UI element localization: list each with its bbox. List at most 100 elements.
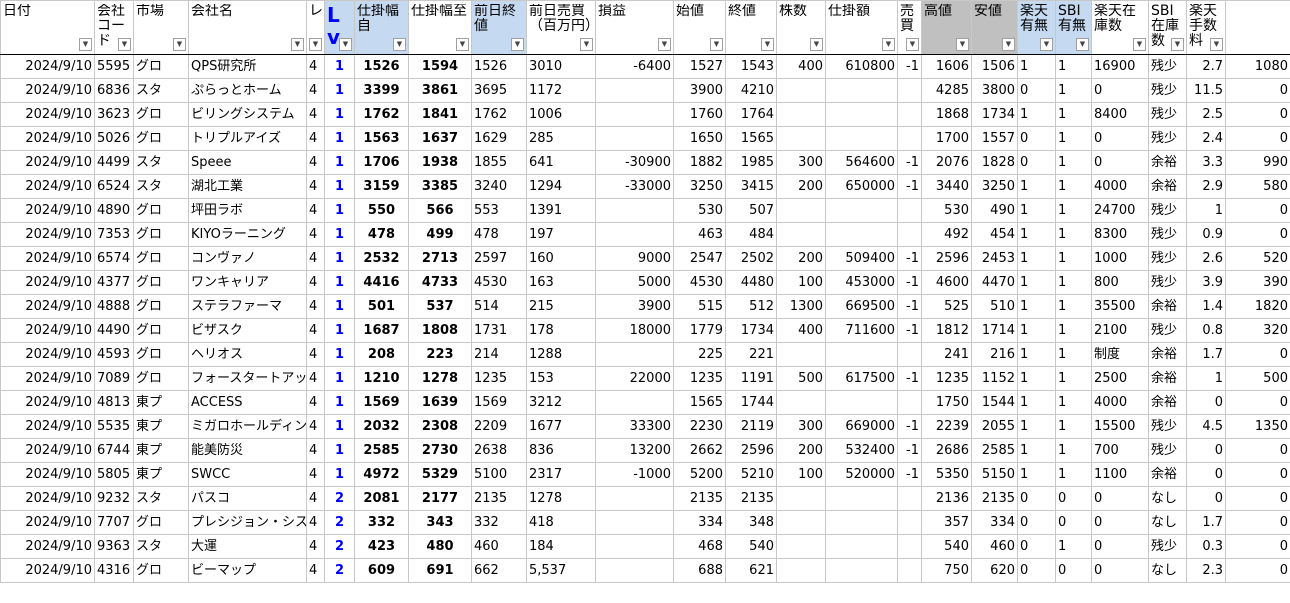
cell-fee[interactable]: 1350 <box>1225 414 1290 439</box>
cell-amount[interactable]: 650000 <box>825 174 898 199</box>
cell-open[interactable]: 4530 <box>673 270 726 295</box>
cell-date[interactable]: 2024/9/10 <box>0 366 95 391</box>
cell-open[interactable]: 1527 <box>673 54 726 79</box>
cell-from[interactable]: 4416 <box>354 270 409 295</box>
cell-low[interactable]: 1828 <box>971 150 1018 175</box>
cell-fee-rate[interactable]: 1.4 <box>1186 294 1226 319</box>
cell-lv[interactable]: 1 <box>324 294 355 319</box>
cell-to[interactable]: 537 <box>408 294 472 319</box>
cell-fee-rate[interactable]: 1 <box>1186 198 1226 223</box>
cell-amount[interactable]: 669500 <box>825 294 898 319</box>
cell-prev-close[interactable]: 1235 <box>471 366 527 391</box>
cell-sbi-stock[interactable]: なし <box>1148 486 1187 511</box>
cell-prev-volume[interactable]: 215 <box>526 294 596 319</box>
cell-from[interactable]: 423 <box>354 534 409 559</box>
cell-low[interactable]: 1506 <box>971 54 1018 79</box>
cell-sbi-stock[interactable]: 残少 <box>1148 438 1187 463</box>
cell-sbi-stock[interactable]: 残少 <box>1148 270 1187 295</box>
cell-fee[interactable]: 0 <box>1225 510 1290 535</box>
cell-high[interactable]: 3440 <box>921 174 972 199</box>
cell-to[interactable]: 691 <box>408 558 472 583</box>
cell-low[interactable]: 334 <box>971 510 1018 535</box>
cell-open[interactable]: 1779 <box>673 318 726 343</box>
cell-prev-close[interactable]: 460 <box>471 534 527 559</box>
cell-pnl[interactable] <box>595 342 674 367</box>
cell-fee-rate[interactable]: 0.3 <box>1186 534 1226 559</box>
cell-market[interactable]: グロ <box>133 342 189 367</box>
cell-to[interactable]: 4733 <box>408 270 472 295</box>
cell-prev-volume[interactable]: 2317 <box>526 462 596 487</box>
cell-sbi-ok[interactable]: 1 <box>1055 366 1092 391</box>
cell-shares[interactable] <box>776 342 826 367</box>
cell-fee-rate[interactable]: 3.9 <box>1186 270 1226 295</box>
cell-market[interactable]: グロ <box>133 294 189 319</box>
cell-lv[interactable]: 1 <box>324 246 355 271</box>
cell-close[interactable]: 1543 <box>725 54 777 79</box>
cell-sbi-stock[interactable]: 残少 <box>1148 222 1187 247</box>
cell-prev-volume[interactable]: 184 <box>526 534 596 559</box>
cell-fee-rate[interactable]: 1 <box>1186 366 1226 391</box>
cell-low[interactable]: 4470 <box>971 270 1018 295</box>
cell-sbi-stock[interactable]: 余裕 <box>1148 174 1187 199</box>
cell-lev[interactable]: 4 <box>306 102 325 127</box>
filter-dropdown-icon[interactable]: ▼ <box>173 38 186 51</box>
cell-prev-volume[interactable]: 197 <box>526 222 596 247</box>
cell-high[interactable]: 1606 <box>921 54 972 79</box>
cell-lev[interactable]: 4 <box>306 54 325 79</box>
cell-lv[interactable]: 1 <box>324 102 355 127</box>
cell-high[interactable]: 357 <box>921 510 972 535</box>
cell-pnl[interactable]: 33300 <box>595 414 674 439</box>
filter-dropdown-icon[interactable]: ▼ <box>339 38 352 51</box>
cell-shares[interactable]: 500 <box>776 366 826 391</box>
cell-fee-rate[interactable]: 2.7 <box>1186 54 1226 79</box>
cell-date[interactable]: 2024/9/10 <box>0 246 95 271</box>
cell-lv[interactable]: 1 <box>324 78 355 103</box>
cell-fee[interactable]: 0 <box>1225 390 1290 415</box>
cell-date[interactable]: 2024/9/10 <box>0 150 95 175</box>
cell-from[interactable]: 4972 <box>354 462 409 487</box>
cell-amount[interactable]: 509400 <box>825 246 898 271</box>
cell-code[interactable]: 7707 <box>94 510 134 535</box>
cell-lv[interactable]: 2 <box>324 534 355 559</box>
cell-prev-volume[interactable]: 1677 <box>526 414 596 439</box>
cell-prev-volume[interactable]: 1391 <box>526 198 596 223</box>
filter-dropdown-icon[interactable]: ▼ <box>1171 38 1184 51</box>
cell-pnl[interactable]: 13200 <box>595 438 674 463</box>
cell-close[interactable]: 2596 <box>725 438 777 463</box>
cell-date[interactable]: 2024/9/10 <box>0 222 95 247</box>
filter-dropdown-icon[interactable]: ▼ <box>393 38 406 51</box>
cell-fee-rate[interactable]: 1.7 <box>1186 510 1226 535</box>
cell-side[interactable]: -1 <box>897 54 922 79</box>
filter-dropdown-icon[interactable]: ▼ <box>1133 38 1146 51</box>
cell-prev-close[interactable]: 2135 <box>471 486 527 511</box>
cell-from[interactable]: 1526 <box>354 54 409 79</box>
cell-sbi-stock[interactable]: 余裕 <box>1148 294 1187 319</box>
cell-date[interactable]: 2024/9/10 <box>0 390 95 415</box>
cell-amount[interactable] <box>825 222 898 247</box>
filter-dropdown-icon[interactable]: ▼ <box>309 38 322 51</box>
cell-pnl[interactable] <box>595 126 674 151</box>
cell-shares[interactable] <box>776 390 826 415</box>
cell-from[interactable]: 478 <box>354 222 409 247</box>
cell-fee-rate[interactable]: 0 <box>1186 486 1226 511</box>
cell-sbi-ok[interactable]: 1 <box>1055 222 1092 247</box>
cell-date[interactable]: 2024/9/10 <box>0 294 95 319</box>
cell-code[interactable]: 7353 <box>94 222 134 247</box>
cell-sbi-stock[interactable]: 残少 <box>1148 54 1187 79</box>
cell-to[interactable]: 5329 <box>408 462 472 487</box>
cell-rakuten-ok[interactable]: 1 <box>1017 294 1056 319</box>
cell-from[interactable]: 332 <box>354 510 409 535</box>
cell-rakuten-stock[interactable]: 35500 <box>1091 294 1149 319</box>
cell-sbi-stock[interactable]: 残少 <box>1148 414 1187 439</box>
cell-shares[interactable] <box>776 102 826 127</box>
cell-prev-volume[interactable]: 5,537 <box>526 558 596 583</box>
cell-sbi-ok[interactable]: 1 <box>1055 342 1092 367</box>
cell-amount[interactable]: 520000 <box>825 462 898 487</box>
cell-date[interactable]: 2024/9/10 <box>0 486 95 511</box>
cell-from[interactable]: 2081 <box>354 486 409 511</box>
cell-prev-volume[interactable]: 418 <box>526 510 596 535</box>
cell-market[interactable]: グロ <box>133 558 189 583</box>
cell-fee-rate[interactable]: 1.7 <box>1186 342 1226 367</box>
cell-from[interactable]: 501 <box>354 294 409 319</box>
cell-low[interactable]: 460 <box>971 534 1018 559</box>
